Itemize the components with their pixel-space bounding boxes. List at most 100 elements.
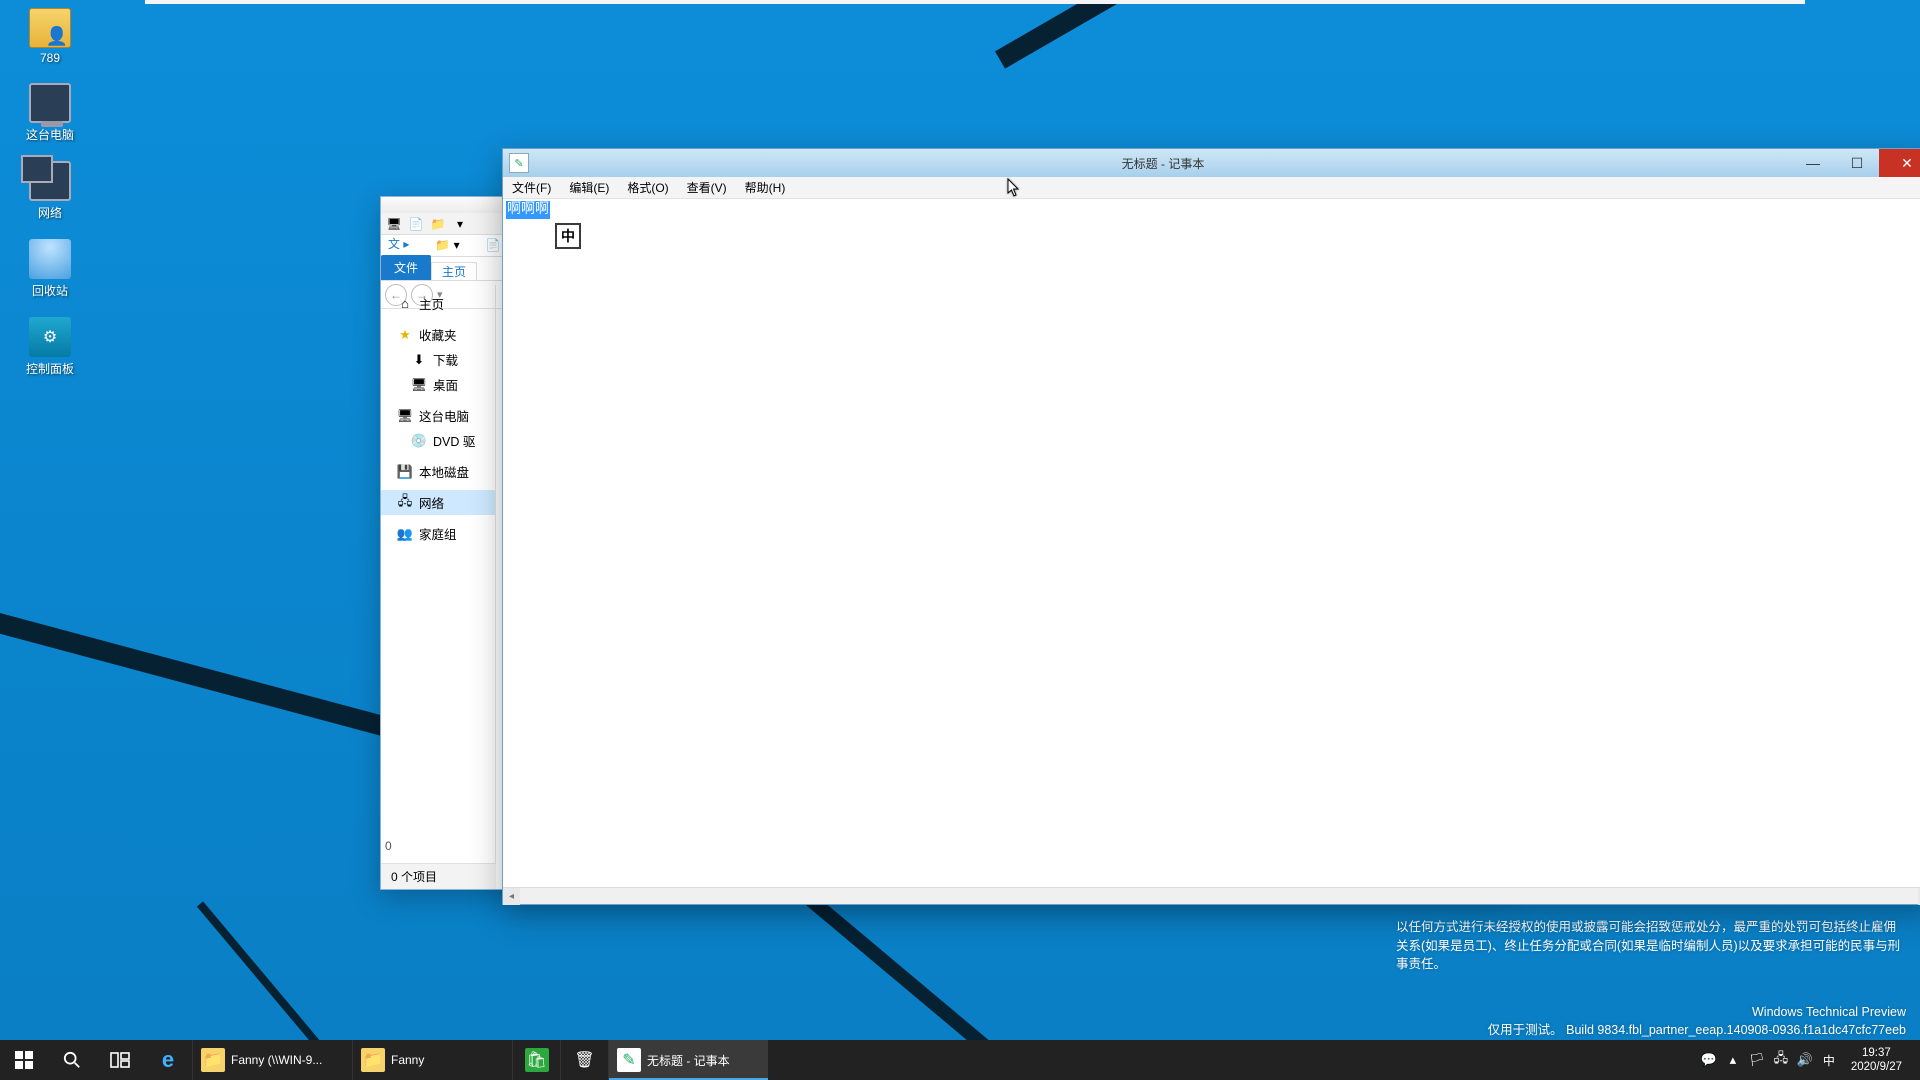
tab-folder-icon[interactable]: 📁 ▾ [422,234,472,256]
taskbar-clock[interactable]: 19:37 2020/9/27 [1841,1046,1912,1075]
homegroup-icon: 👥 [397,526,413,542]
desktop-icon-network[interactable]: 网络 [6,161,94,221]
store-icon: 🛍 [525,1048,549,1072]
warning-text: 以任何方式进行未经授权的使用或披露可能会招致惩戒处分，最严重的处罚可包括终止雇佣… [1396,918,1906,974]
ribbon-tab-home[interactable]: 主页 [431,262,477,280]
recycle-bin-icon [29,239,71,279]
scroll-left-arrow-icon[interactable]: ◂ [503,888,520,905]
taskbar-app-fanny-remote[interactable]: 📁 Fanny (\\WIN-9... [192,1040,352,1080]
ime-indicator[interactable]: 中 [1817,1040,1841,1080]
taskbar-app-label: 无标题 - 记事本 [647,1052,730,1069]
tray-chevron-up-icon[interactable]: ▴ [1721,1040,1745,1080]
search-icon [63,1051,81,1069]
maximize-button[interactable]: ☐ [1835,149,1879,177]
ribbon-tab-file[interactable]: 文件 [381,255,431,280]
tab-file-icon[interactable]: 文 ▸ [381,231,422,256]
taskbar-app-label: Fanny [391,1053,424,1067]
desktop-icon-this-pc[interactable]: 这台电脑 [6,83,94,143]
menu-edit[interactable]: 编辑(E) [560,179,618,196]
taskbar: e 📁 Fanny (\\WIN-9... 📁 Fanny 🛍 🗑 ✎无标题 - 记… [0,1040,1920,1080]
sidebar-item-homegroup[interactable]: 👥 家庭组 [381,521,495,546]
desktop-icon-recycle-bin[interactable]: 回收站 [6,239,94,299]
computer-icon[interactable]: 🖥 [385,215,403,233]
new-folder-icon[interactable]: 📄 [407,215,425,233]
menu-help[interactable]: 帮助(H) [736,179,795,196]
taskbar-app-store[interactable]: 🛍 [512,1040,560,1080]
drive-icon: 💾 [397,464,413,480]
start-button[interactable] [0,1040,48,1080]
watermark-line1: Windows Technical Preview [1488,1003,1906,1022]
network-icon [29,161,71,201]
sidebar-item-label: 桌面 [433,375,458,394]
computer-icon: 🖥 [397,408,413,424]
sidebar-item-favorites[interactable]: ★ 收藏夹 [381,322,495,347]
taskbar-app-fanny[interactable]: 📁 Fanny [352,1040,512,1080]
computer-icon [29,83,71,123]
notepad-window[interactable]: ✎ 无标题 - 记事本 — ☐ ✕ 文件(F) 编辑(E) 格式(O) 查看(V… [502,148,1920,905]
clock-date: 2020/9/27 [1851,1060,1902,1074]
menu-file[interactable]: 文件(F) [503,179,560,196]
sidebar-item-label: 网络 [419,493,444,512]
network-tray-icon[interactable]: 🖧 [1769,1040,1793,1080]
volume-icon[interactable]: 🔊 [1793,1040,1817,1080]
ie-pinned[interactable]: e [144,1040,192,1080]
network-icon: 🖧 [397,495,413,511]
notepad-titlebar[interactable]: ✎ 无标题 - 记事本 — ☐ ✕ [503,149,1920,177]
folder-icon[interactable]: 📁 [429,215,447,233]
disc-icon: 💿 [411,433,427,449]
minimize-button[interactable]: — [1791,149,1835,177]
sidebar-item-home[interactable]: ⌂主页 [381,291,495,316]
sidebar-item-downloads[interactable]: ⬇下载 [381,347,495,372]
flag-icon[interactable]: 🏳 [1745,1040,1769,1080]
sidebar-item-label: DVD 驱 [433,431,475,450]
home-icon: ⌂ [397,296,413,312]
sidebar-item-network[interactable]: 🖧 网络 [381,490,495,515]
desktop-icon-control-panel[interactable]: ⚙ 控制面板 [6,317,94,377]
window-title: 无标题 - 记事本 [535,155,1791,172]
sidebar-item-local-disk[interactable]: 💾本地磁盘 [381,459,495,484]
close-button[interactable]: ✕ [1879,149,1920,177]
star-icon: ★ [397,327,413,343]
desktop-icon: 🖥 [411,377,427,393]
task-view-icon [110,1052,130,1068]
notepad-menubar: 文件(F) 编辑(E) 格式(O) 查看(V) 帮助(H) [503,177,1920,199]
icon-label: 控制面板 [26,360,74,377]
folder-icon: 📁 [361,1048,385,1072]
top-whitebar [145,0,1805,4]
sidebar-item-label: 这台电脑 [419,406,469,425]
recycle-bin-icon: 🗑 [573,1048,597,1072]
sidebar-item-desktop[interactable]: 🖥 桌面 [381,372,495,397]
status-text: 0 个项目 [391,868,437,885]
chevron-down-icon[interactable]: ▾ [451,215,469,233]
explorer-statusbar: 0 个项目 [381,863,496,889]
horizontal-scrollbar[interactable]: ◂ ▸ [503,887,1920,904]
sidebar-item-dvd[interactable]: 💿 DVD 驱 [381,428,495,453]
icon-label: 回收站 [32,282,68,299]
notepad-textarea[interactable] [503,199,1920,887]
desktop-icon-789[interactable]: 789 [6,8,94,65]
sidebar-item-label: 收藏夹 [419,325,457,344]
folder-icon: 📁 [201,1048,225,1072]
menu-view[interactable]: 查看(V) [678,179,736,196]
taskbar-right: 💬 ▴ 🏳 🖧 🔊 中 19:37 2020/9/27 [1697,1040,1920,1080]
search-button[interactable] [48,1040,96,1080]
menu-format[interactable]: 格式(O) [618,179,677,196]
taskbar-app-label: Fanny (\\WIN-9... [231,1053,322,1067]
count-marker: 0 [385,839,392,853]
window-buttons: — ☐ ✕ [1791,149,1920,177]
sidebar-item-this-pc[interactable]: 🖥 这台电脑 [381,403,495,428]
notepad-text-area[interactable]: 啊啊啊 中 [503,199,1920,887]
ime-indicator: 中 [555,223,581,249]
notepad-icon: ✎ [509,153,529,173]
control-panel-icon: ⚙ [29,317,71,357]
action-center-button[interactable]: 💬 [1697,1040,1721,1080]
explorer-sidebar: ⌂主页 ★收藏夹 ⬇下载 🖥桌面 🖥这台电脑 💿DVD 驱 💾本地磁盘 🖧网络 … [381,285,496,863]
clock-time: 19:37 [1851,1046,1902,1060]
task-view-button[interactable] [96,1040,144,1080]
selected-text: 啊啊啊 [506,201,550,219]
sidebar-item-label: 家庭组 [419,524,457,543]
taskbar-app-recyclebin[interactable]: 🗑 [560,1040,608,1080]
icon-label: 网络 [38,204,62,221]
ie-icon: e [162,1047,174,1073]
taskbar-app-notepad[interactable]: ✎无标题 - 记事本 [608,1040,768,1080]
